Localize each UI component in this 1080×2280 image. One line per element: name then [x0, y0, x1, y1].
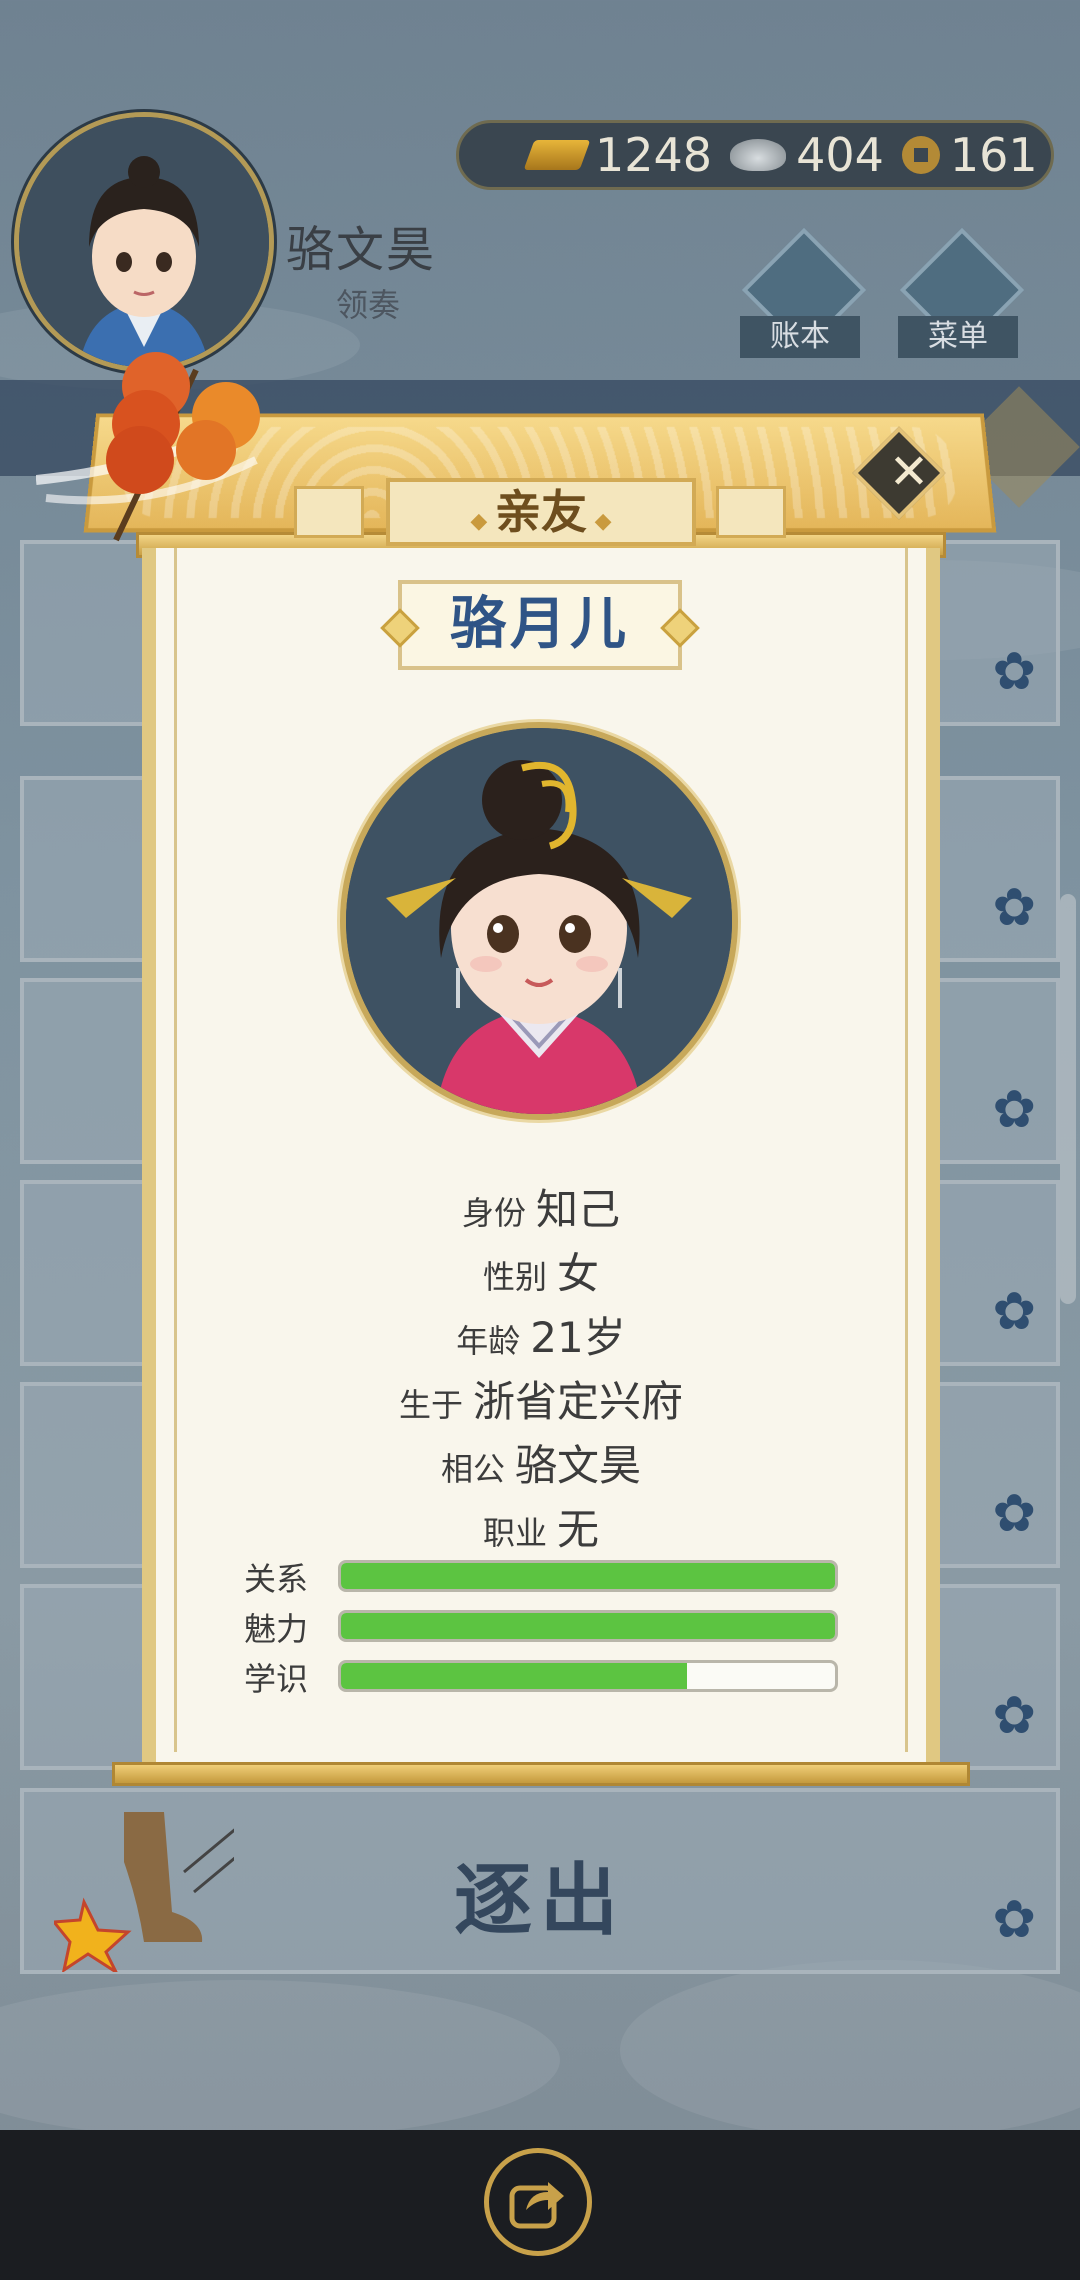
info-age: 年龄 21岁: [142, 1304, 940, 1365]
stat-learning: 学识: [244, 1656, 844, 1698]
stat-relationship-bar: [338, 1560, 838, 1592]
menu-label: 菜单: [898, 316, 1018, 358]
info-age-key: 年龄: [456, 1322, 521, 1360]
flower-icon: ✿: [992, 878, 1036, 938]
info-identity-value: 知己: [536, 1185, 621, 1234]
info-birthplace: 生于 浙省定兴府: [142, 1368, 940, 1429]
ledger-label: 账本: [740, 316, 860, 358]
stat-learning-label: 学识: [244, 1660, 309, 1698]
info-occupation: 职业无: [142, 1496, 940, 1557]
info-gender: 性别女: [142, 1240, 940, 1301]
expel-label: 逐出: [453, 1856, 626, 1946]
info-identity-key: 身份: [461, 1194, 526, 1232]
info-age-value: 21岁: [530, 1313, 626, 1362]
player-avatar[interactable]: [14, 112, 274, 372]
info-spouse-value: 骆文昊: [515, 1441, 642, 1490]
gold-ingot-icon: [523, 140, 591, 170]
flower-icon: ✿: [992, 1484, 1036, 1544]
info-identity: 身份 知己: [142, 1176, 940, 1237]
candied-haws-icon: [36, 352, 260, 542]
dialog-title-text: 亲友: [495, 485, 587, 539]
info-gender-key: 性别: [482, 1258, 547, 1296]
stat-learning-bar: [338, 1660, 838, 1692]
ledger-button[interactable]: 账本: [740, 227, 867, 362]
info-birthplace-value: 浙省定兴府: [473, 1377, 684, 1426]
menu-button[interactable]: 菜单: [898, 227, 1025, 362]
coin-amount: 161: [949, 128, 1038, 182]
stat-charm-bar: [338, 1610, 838, 1642]
gold-amount: 1248: [595, 128, 713, 182]
info-occupation-key: 职业: [482, 1514, 547, 1552]
scroll-bottom-rod: [112, 1762, 970, 1786]
stat-relationship-fill: [341, 1563, 835, 1589]
title-side-plate: [294, 486, 364, 538]
flower-icon: ✿: [992, 1686, 1036, 1746]
share-button[interactable]: [484, 2148, 592, 2256]
relative-name: 骆月儿: [398, 580, 682, 670]
dialog-title: ◆ 亲友 ◆: [386, 478, 696, 546]
stat-learning-fill: [341, 1663, 687, 1689]
flower-icon: ✿: [992, 642, 1036, 702]
info-birthplace-key: 生于: [398, 1386, 463, 1424]
expel-button[interactable]: 逐出 ✿: [20, 1788, 1060, 1974]
player-title: 领奏: [336, 286, 401, 324]
info-occupation-value: 无: [557, 1505, 600, 1554]
silver-amount: 404: [796, 128, 884, 182]
bottom-bar: [0, 2130, 1080, 2280]
stat-relationship-label: 关系: [244, 1560, 309, 1598]
relative-portrait: [340, 722, 738, 1120]
silver-ingot-icon: [730, 139, 787, 171]
stat-relationship: 关系: [244, 1556, 844, 1598]
currency-bar: 1248 404 161: [456, 120, 1054, 190]
flower-icon: ✿: [992, 1080, 1036, 1140]
stat-charm-label: 魅力: [244, 1610, 309, 1648]
info-gender-value: 女: [557, 1249, 600, 1298]
share-icon: [509, 2182, 564, 2229]
stat-charm-fill: [341, 1613, 835, 1639]
stat-charm: 魅力: [244, 1606, 844, 1648]
scrollbar[interactable]: [1060, 894, 1076, 1304]
close-icon[interactable]: ✕: [876, 440, 942, 506]
info-spouse: 相公 骆文昊: [142, 1432, 940, 1493]
player-name: 骆文昊: [286, 222, 437, 278]
info-spouse-key: 相公: [440, 1450, 505, 1488]
title-side-plate: [716, 486, 786, 538]
flower-icon: ✿: [992, 1282, 1036, 1342]
flower-icon: ✿: [992, 1890, 1036, 1950]
copper-coin-icon: [901, 136, 940, 174]
